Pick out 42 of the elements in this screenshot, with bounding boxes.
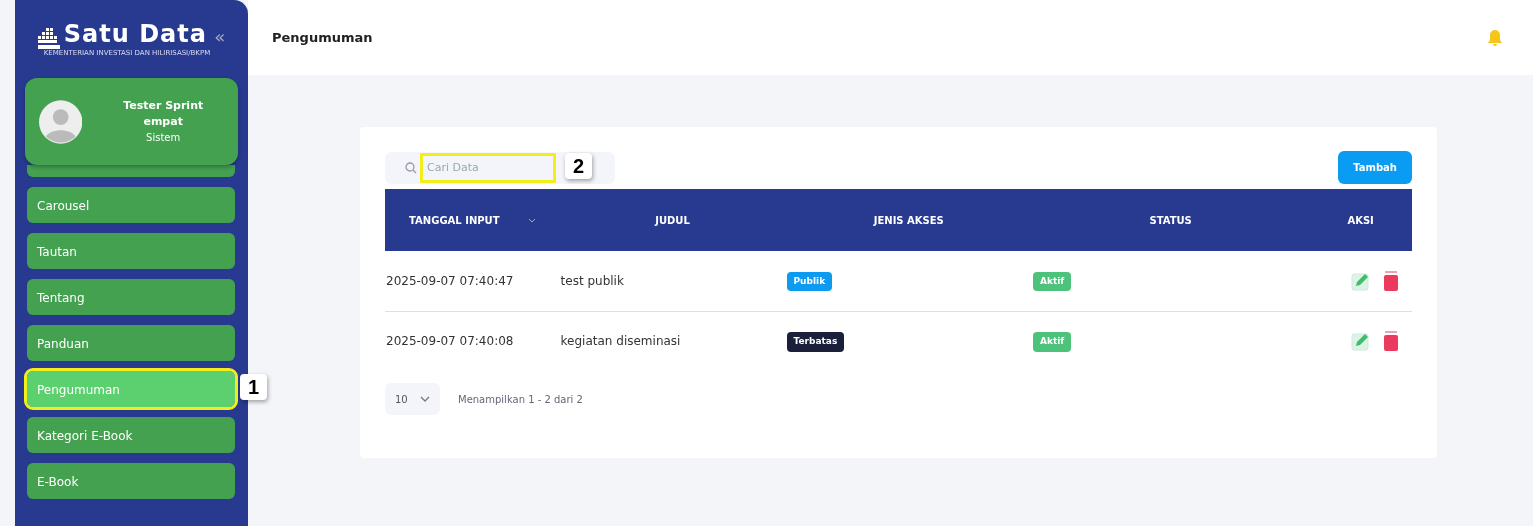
sidebar-item[interactable]: E-Book xyxy=(27,463,235,499)
callout-label: 2 xyxy=(565,152,593,179)
access-badge: Publik xyxy=(786,271,833,291)
access-badge: Terbatas xyxy=(786,332,845,352)
column-header: JUDUL xyxy=(655,214,690,226)
user-role: Sistem xyxy=(145,130,182,145)
bell-icon[interactable] xyxy=(1487,28,1503,47)
status-badge: Aktif xyxy=(1033,271,1072,291)
logo-icon xyxy=(37,28,60,50)
table-cell: 2025-09-07 07:40:08 xyxy=(386,334,514,349)
trash-icon[interactable] xyxy=(1383,331,1399,352)
table-cell: kegiatan diseminasi xyxy=(560,334,681,349)
sidebar-item[interactable]: Panduan xyxy=(27,325,235,361)
table-cell: 2025-09-07 07:40:47 xyxy=(386,273,514,288)
logo-title: Satu Data xyxy=(63,21,207,46)
column-header: AKSI xyxy=(1347,214,1374,226)
sidebar-item[interactable]: Carousel xyxy=(27,187,235,223)
sort-icon[interactable] xyxy=(527,218,536,223)
pagination-summary: Menampilkan 1 - 2 dari 2 xyxy=(458,392,583,407)
collapse-button[interactable]: « xyxy=(214,22,226,50)
page-size-select[interactable]: 10 xyxy=(385,383,440,415)
sidebar-item[interactable]: Kategori E-Book xyxy=(27,417,235,453)
chevron-down-icon xyxy=(420,396,430,402)
sidebar-item[interactable]: Tautan xyxy=(27,233,235,269)
column-header[interactable]: TANGGAL INPUT xyxy=(409,214,500,226)
search-field[interactable]: Cari Data 2 xyxy=(385,151,615,184)
sidebar-item[interactable]: Pengumuman xyxy=(27,371,235,407)
column-header: STATUS xyxy=(1149,214,1192,226)
status-badge: Aktif xyxy=(1033,332,1072,352)
column-header: JENIS AKSES xyxy=(873,214,944,226)
trash-icon[interactable] xyxy=(1383,270,1399,291)
edit-icon[interactable] xyxy=(1351,270,1371,291)
search-icon xyxy=(405,161,417,174)
sidebar-item[interactable] xyxy=(27,165,235,177)
table-cell: test publik xyxy=(560,273,624,288)
callout-label: 1 xyxy=(240,374,268,400)
avatar xyxy=(39,99,83,144)
page-title: Pengumuman xyxy=(272,28,373,47)
sidebar-item[interactable]: Tentang xyxy=(27,279,235,315)
user-name: Tester Sprint empat xyxy=(122,98,205,130)
edit-icon[interactable] xyxy=(1351,331,1371,352)
add-button[interactable]: Tambah xyxy=(1338,151,1412,184)
